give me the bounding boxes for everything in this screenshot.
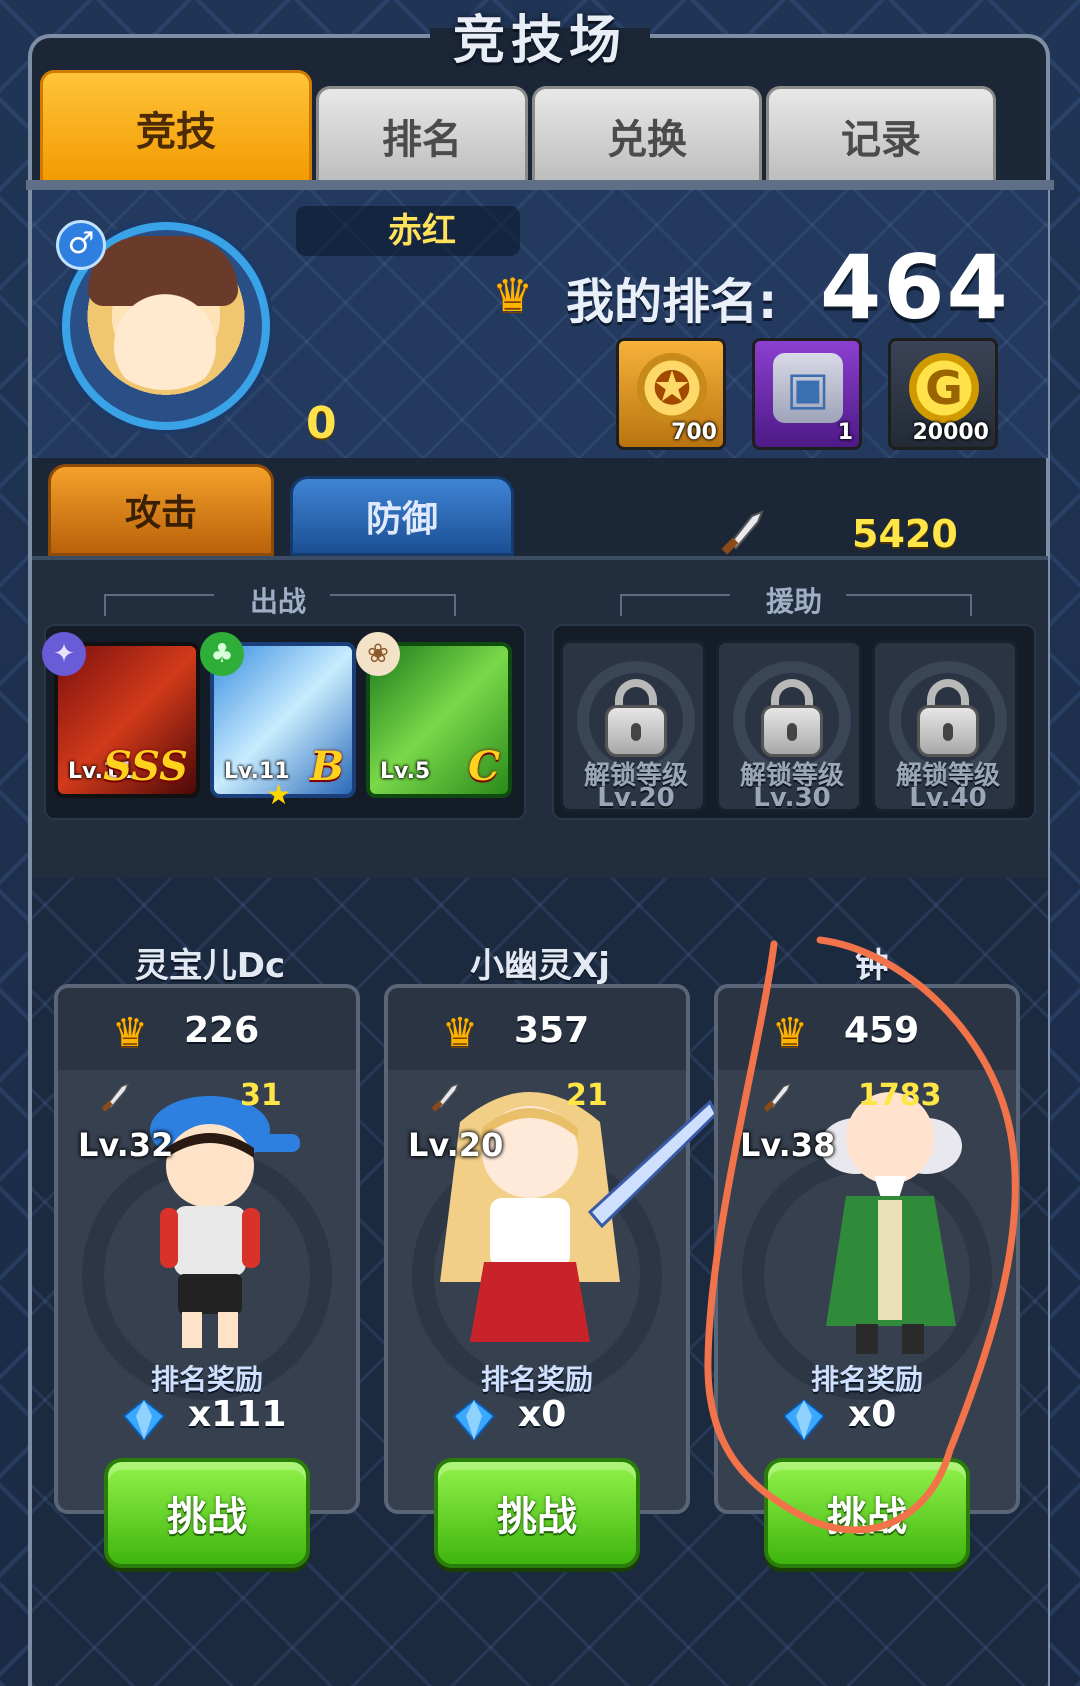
opponent-power: 31 (240, 1078, 282, 1113)
medal-icon: ✪ (637, 353, 707, 423)
reward-chest[interactable]: ▣ 1 (752, 338, 862, 450)
player-name: 赤红 (388, 211, 456, 251)
player-points: 0 (306, 398, 337, 449)
my-rank-label: 我的排名: (566, 274, 778, 330)
support-label-tick-left (620, 594, 622, 616)
reward-medal-qty: 700 (671, 420, 717, 445)
opponent-rank: 357 (514, 1010, 590, 1051)
locked-support-slot-3[interactable]: 解锁等级 Lv.40 (872, 640, 1018, 813)
tab-defense[interactable]: 防御 (290, 476, 514, 556)
diamond-icon (122, 1398, 166, 1442)
opponent-name: 灵宝儿Dc (134, 946, 286, 986)
tabs-divider (26, 180, 1054, 190)
battle-section-label: 出战 (250, 585, 307, 618)
sword-icon (721, 510, 764, 555)
opponent-power: 21 (566, 1078, 608, 1113)
tab-attack[interactable]: 攻击 (48, 464, 274, 556)
tab-exchange[interactable]: 兑换 (532, 86, 762, 182)
tab-ranking[interactable]: 排名 (316, 86, 528, 182)
hero-grade: C (468, 743, 500, 790)
opponent-rank: 226 (184, 1010, 260, 1051)
wing-element-icon: ✦ (42, 632, 86, 676)
sword-icon (101, 1082, 130, 1112)
reward-gold-qty: 20000 (912, 420, 989, 445)
hero-grade: B (310, 743, 344, 790)
tab-arena[interactable]: 竞技 (40, 70, 312, 182)
gold-coin-icon: G (909, 353, 979, 423)
lock-icon-keyhole (943, 723, 953, 741)
unlock-level: Lv.40 (909, 783, 987, 813)
battle-label-line-right (330, 594, 456, 596)
star-icon: ★ (266, 778, 292, 811)
rank-reward-label: 排名奖励 (480, 1363, 593, 1396)
support-section-label: 援助 (766, 585, 823, 618)
sword-icon (431, 1082, 460, 1112)
battle-label-tick-left (104, 594, 106, 616)
opponent-level: Lv.32 (78, 1126, 174, 1164)
unlock-level: Lv.20 (597, 783, 675, 813)
battle-label-tick-right (454, 594, 456, 616)
gem-reward-count: x0 (518, 1394, 567, 1435)
my-rank-value: 464 (820, 236, 1010, 339)
paw-element-icon: ❀ (356, 632, 400, 676)
support-label-line-left (620, 594, 730, 596)
hero-grade: SSS (103, 743, 188, 790)
hero-level: Lv.5 (380, 759, 431, 784)
support-label-line-right (846, 594, 972, 596)
locked-support-slot-1[interactable]: 解锁等级 Lv.20 (560, 640, 706, 813)
opponent-name: 小幽灵Xj (470, 946, 610, 986)
annotation-circle (704, 936, 1019, 1534)
reward-gold[interactable]: G 20000 (888, 338, 998, 450)
male-icon: ♂ (56, 220, 106, 270)
lock-icon-keyhole (787, 723, 797, 741)
challenge-button[interactable]: 挑战 (434, 1458, 640, 1568)
unlock-level: Lv.30 (753, 783, 831, 813)
support-label-tick-right (970, 594, 972, 616)
diamond-icon (452, 1398, 496, 1442)
gem-reward-count: x111 (188, 1394, 287, 1435)
avatar-face (100, 280, 230, 390)
crown-icon: ♛ (442, 1010, 478, 1056)
team-power-value: 5420 (852, 512, 958, 556)
opponent-level: Lv.20 (408, 1126, 504, 1164)
crown-icon: ♛ (112, 1010, 148, 1056)
treasure-chest-icon: ▣ (773, 353, 843, 423)
page-title: 竞技场 (452, 11, 627, 71)
battle-label-line-left (104, 594, 214, 596)
challenge-button[interactable]: 挑战 (104, 1458, 310, 1568)
locked-support-slot-2[interactable]: 解锁等级 Lv.30 (716, 640, 862, 813)
leaf-element-icon: ♣ (200, 632, 244, 676)
lock-icon-keyhole (631, 723, 641, 741)
crown-icon: ♛ (492, 268, 534, 322)
tab-records[interactable]: 记录 (766, 86, 996, 182)
reward-medal[interactable]: ✪ 700 (616, 338, 726, 450)
reward-chest-qty: 1 (837, 420, 853, 445)
rank-reward-label: 排名奖励 (150, 1363, 263, 1396)
